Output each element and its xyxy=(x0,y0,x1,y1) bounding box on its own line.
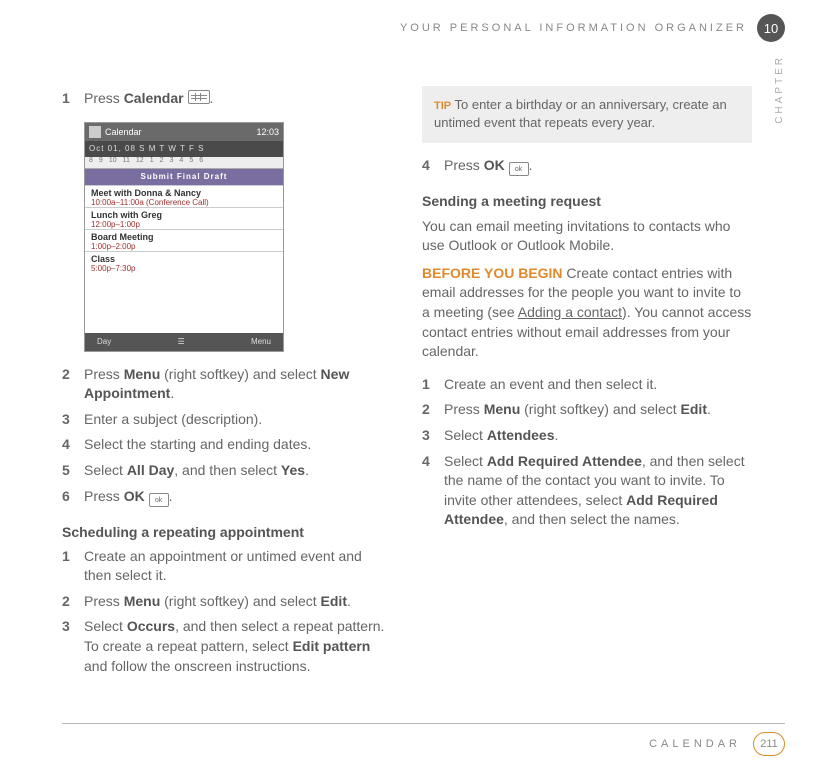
window-icon xyxy=(89,126,101,138)
step-body: Select Occurs, and then select a repeat … xyxy=(84,617,392,676)
right-column: TIP To enter a birthday or an anniversar… xyxy=(422,86,752,679)
meeting-step-2: 2 Press Menu (right softkey) and select … xyxy=(422,400,752,420)
repeat-step-3: 3 Select Occurs, and then select a repea… xyxy=(62,617,392,676)
step-3: 3 Enter a subject (description). xyxy=(62,410,392,430)
softkey-left: Day xyxy=(97,337,111,346)
footer: CALENDAR 211 xyxy=(62,723,785,756)
before-you-begin: BEFORE YOU BEGIN Create contact entries … xyxy=(422,264,752,362)
step-number: 4 xyxy=(422,156,444,176)
repeat-step-1: 1 Create an appointment or untimed event… xyxy=(62,547,392,586)
screenshot-event: Class 5:00p–7:30p xyxy=(85,251,283,273)
repeat-step-2: 2 Press Menu (right softkey) and select … xyxy=(62,592,392,612)
step-body: Select Add Required Attendee, and then s… xyxy=(444,452,752,530)
step-number: 2 xyxy=(62,365,84,404)
tip-box: TIP To enter a birthday or an anniversar… xyxy=(422,86,752,143)
screenshot-event: Meet with Donna & Nancy 10:00a–11:00a (C… xyxy=(85,185,283,207)
screenshot-event: Lunch with Greg 12:00p–1:00p xyxy=(85,207,283,229)
chapter-vertical-label: CHAPTER xyxy=(774,55,785,124)
step-body: Select All Day, and then select Yes. xyxy=(84,461,392,481)
header-title: YOUR PERSONAL INFORMATION ORGANIZER xyxy=(400,22,747,34)
step-number: 1 xyxy=(62,89,84,109)
step-body: Enter a subject (description). xyxy=(84,410,392,430)
step-6: 6 Press OK ok. xyxy=(62,487,392,507)
screenshot-hours: 8 9 10 11 12 1 2 3 4 5 6 xyxy=(85,157,283,169)
screenshot-event: Board Meeting 1:00p–2:00p xyxy=(85,229,283,251)
meeting-step-1: 1 Create an event and then select it. xyxy=(422,375,752,395)
footer-title: CALENDAR xyxy=(649,738,741,750)
intro-paragraph: You can email meeting invitations to con… xyxy=(422,217,752,256)
screenshot-banner: Submit Final Draft xyxy=(85,169,283,185)
step-number: 3 xyxy=(62,410,84,430)
step-1: 1 Press Calendar . xyxy=(62,89,392,109)
ok-icon: ok xyxy=(149,493,169,507)
softkey-right: Menu xyxy=(251,337,271,346)
tip-text: To enter a birthday or an anniversary, c… xyxy=(434,97,727,130)
step-body: Press OK ok. xyxy=(444,156,752,176)
tip-label: TIP xyxy=(434,100,451,112)
step-number: 4 xyxy=(422,452,444,530)
screenshot-app-name: Calendar xyxy=(105,127,142,137)
step-body: Press Menu (right softkey) and select Ed… xyxy=(84,592,392,612)
calendar-icon xyxy=(188,90,210,104)
step-body: Press Calendar . xyxy=(84,89,392,109)
step-number: 5 xyxy=(62,461,84,481)
screenshot-datebar: Oct 01, 08 S M T W T F S xyxy=(85,141,283,157)
link-adding-contact[interactable]: Adding a contact xyxy=(518,304,622,320)
right-step-4: 4 Press OK ok. xyxy=(422,156,752,176)
meeting-step-3: 3 Select Attendees. xyxy=(422,426,752,446)
step-body: Create an appointment or untimed event a… xyxy=(84,547,392,586)
chapter-number-badge: 10 xyxy=(757,14,785,42)
heading-repeating: Scheduling a repeating appointment xyxy=(62,524,392,540)
step-5: 5 Select All Day, and then select Yes. xyxy=(62,461,392,481)
screenshot-titlebar: Calendar 12:03 xyxy=(85,123,283,141)
softkey-center-icon: ☰ xyxy=(178,337,185,346)
step-body: Press Menu (right softkey) and select Ne… xyxy=(84,365,392,404)
before-label: BEFORE YOU BEGIN xyxy=(422,265,563,281)
step-number: 2 xyxy=(62,592,84,612)
step-number: 2 xyxy=(422,400,444,420)
meeting-step-4: 4 Select Add Required Attendee, and then… xyxy=(422,452,752,530)
step-body: Select Attendees. xyxy=(444,426,752,446)
step-body: Select the starting and ending dates. xyxy=(84,435,392,455)
page-number: 211 xyxy=(753,732,785,756)
device-screenshot: Calendar 12:03 Oct 01, 08 S M T W T F S … xyxy=(84,122,284,352)
page: YOUR PERSONAL INFORMATION ORGANIZER 10 C… xyxy=(0,0,825,782)
heading-meeting-request: Sending a meeting request xyxy=(422,193,752,209)
step-4: 4 Select the starting and ending dates. xyxy=(62,435,392,455)
step-2: 2 Press Menu (right softkey) and select … xyxy=(62,365,392,404)
ok-icon: ok xyxy=(509,162,529,176)
step-number: 6 xyxy=(62,487,84,507)
step-body: Create an event and then select it. xyxy=(444,375,752,395)
screenshot-softkeys: Day ☰ Menu xyxy=(85,333,283,351)
left-column: 1 Press Calendar . Calendar 12:03 Oct 01… xyxy=(62,86,392,679)
header: YOUR PERSONAL INFORMATION ORGANIZER 10 xyxy=(400,14,785,42)
step-body: Press OK ok. xyxy=(84,487,392,507)
content-columns: 1 Press Calendar . Calendar 12:03 Oct 01… xyxy=(62,86,762,679)
step-body: Press Menu (right softkey) and select Ed… xyxy=(444,400,752,420)
screenshot-clock: 12:03 xyxy=(256,127,279,137)
step-number: 3 xyxy=(62,617,84,676)
step-number: 1 xyxy=(62,547,84,586)
step-number: 3 xyxy=(422,426,444,446)
step-number: 4 xyxy=(62,435,84,455)
step-number: 1 xyxy=(422,375,444,395)
